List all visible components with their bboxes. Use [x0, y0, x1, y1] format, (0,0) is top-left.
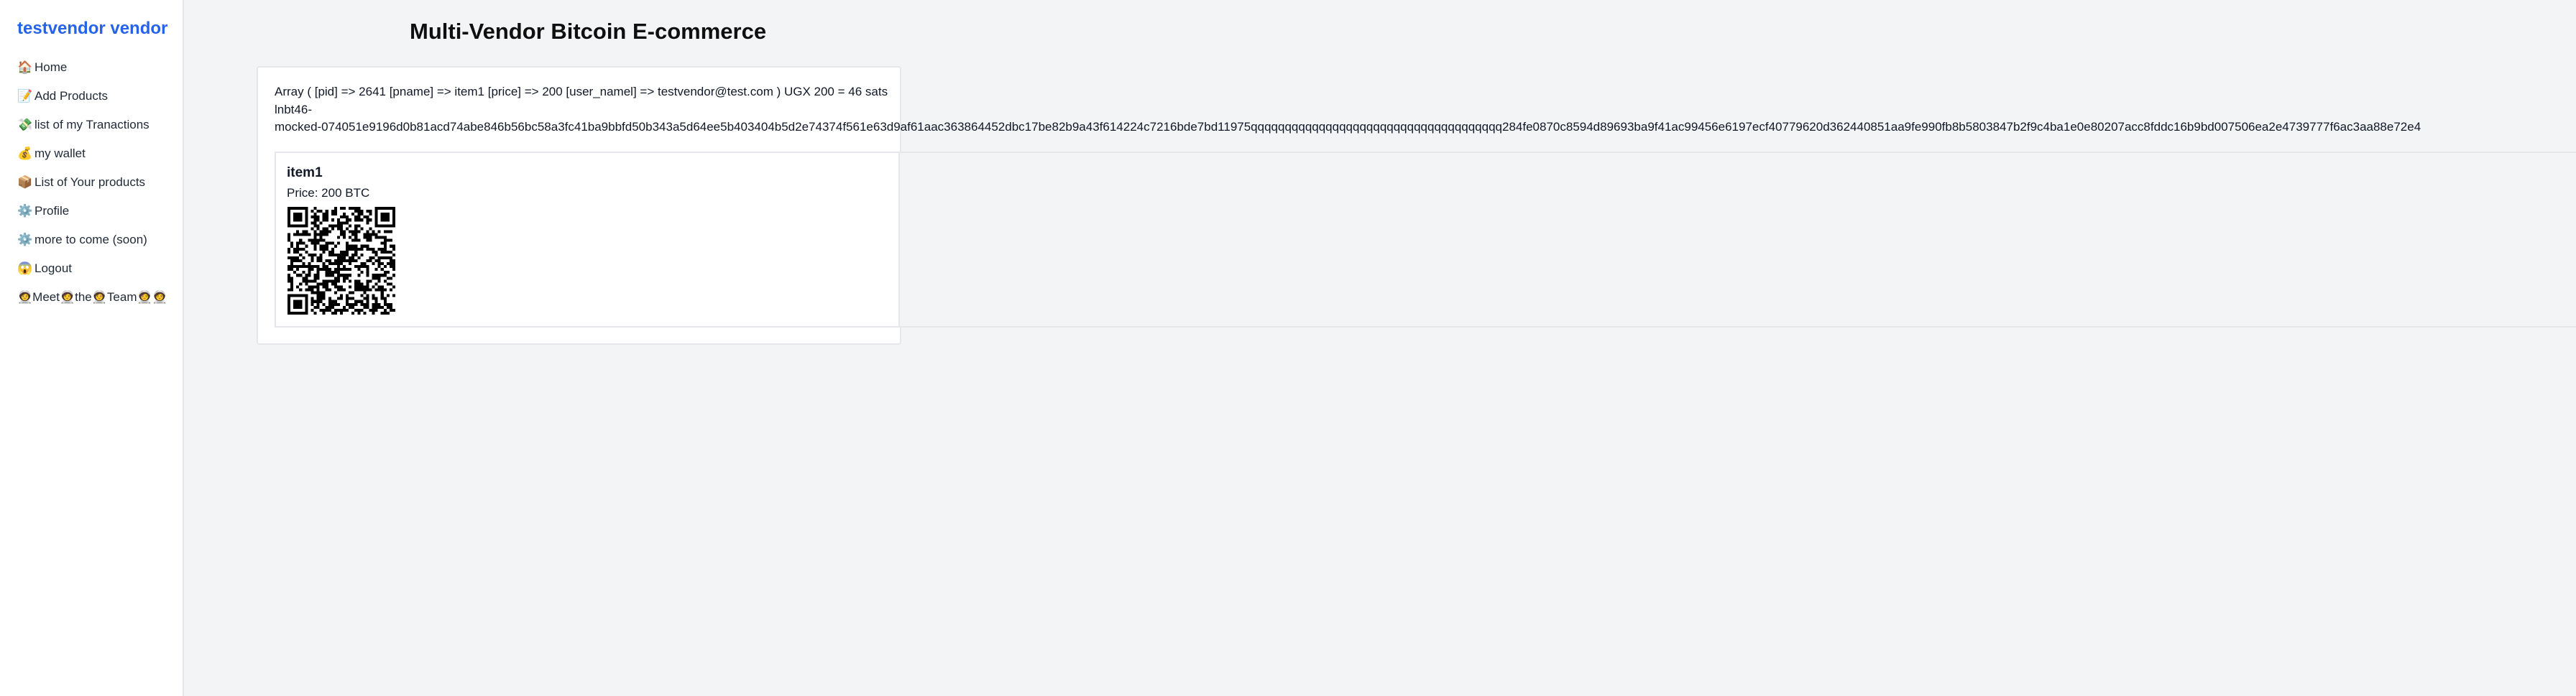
scream-icon: 😱 — [17, 261, 33, 275]
sidebar-item-label: Profile — [34, 204, 70, 218]
sidebar-item-label: List of Your products — [34, 175, 146, 189]
product-price: Price: 200 BTC — [287, 186, 370, 200]
money-wings-icon: 💸 — [17, 118, 33, 131]
sidebar-item-list-of-my-tranactions[interactable]: 💸 list of my Tranactions — [17, 111, 183, 139]
sidebar-item-label: Add Products — [34, 89, 109, 103]
sidebar-item-list-of-your-products[interactable]: 📦 List of Your products — [17, 168, 183, 197]
memo-icon: 📝 — [17, 89, 33, 103]
home-icon: 🏠 — [17, 60, 33, 74]
sidebar-item-label: Logout — [34, 261, 72, 275]
sidebar-item-label: list of my Tranactions — [34, 118, 150, 131]
page-title: Multi-Vendor Bitcoin E-commerce — [410, 19, 767, 44]
sidebar-item-label: Home — [34, 60, 68, 74]
package-icon: 📦 — [17, 175, 33, 189]
sidebar-item-label: 🧑‍🚀Meet🧑‍🚀the🧑‍🚀Team🧑‍🚀🧑‍🚀 — [17, 290, 167, 304]
qr-code-icon — [288, 207, 395, 315]
sidebar-item-home[interactable]: 🏠 Home — [17, 53, 183, 82]
sidebar-item-label: my wallet — [34, 147, 86, 160]
sidebar-item-my-wallet[interactable]: 💰 my wallet — [17, 139, 183, 168]
product-name: item1 — [287, 165, 323, 180]
sidebar-item-meet-the-team[interactable]: 🧑‍🚀Meet🧑‍🚀the🧑‍🚀Team🧑‍🚀🧑‍🚀 — [17, 283, 183, 312]
sidebar-item-add-products[interactable]: 📝 Add Products — [17, 82, 183, 111]
gear-icon: ⚙️ — [17, 204, 33, 218]
brand-title[interactable]: testvendor vendor — [17, 17, 183, 40]
sidebar-item-profile[interactable]: ⚙️ Profile — [17, 197, 183, 226]
invoice-prefix: lnbt46- — [275, 103, 312, 116]
sidebar: testvendor vendor 🏠 Home 📝 Add Products 💸 lis… — [0, 0, 184, 696]
gear-icon: ⚙️ — [17, 233, 33, 246]
debug-array-text: Array ( [pid] => 2641 [pname] => item1 [… — [275, 85, 888, 98]
sidebar-item-label: more to come (soon) — [34, 233, 147, 246]
money-bag-icon: 💰 — [17, 147, 33, 160]
sidebar-item-logout[interactable]: 😱 Logout — [17, 254, 183, 283]
sidebar-item-more-to-come-soon[interactable]: ⚙️ more to come (soon) — [17, 226, 183, 254]
lightning-invoice: mocked-074051e9196d0b81acd74abe846b56bc5… — [275, 120, 2421, 134]
sidebar-nav: 🏠 Home 📝 Add Products 💸 list of my Tranaction… — [17, 53, 183, 312]
